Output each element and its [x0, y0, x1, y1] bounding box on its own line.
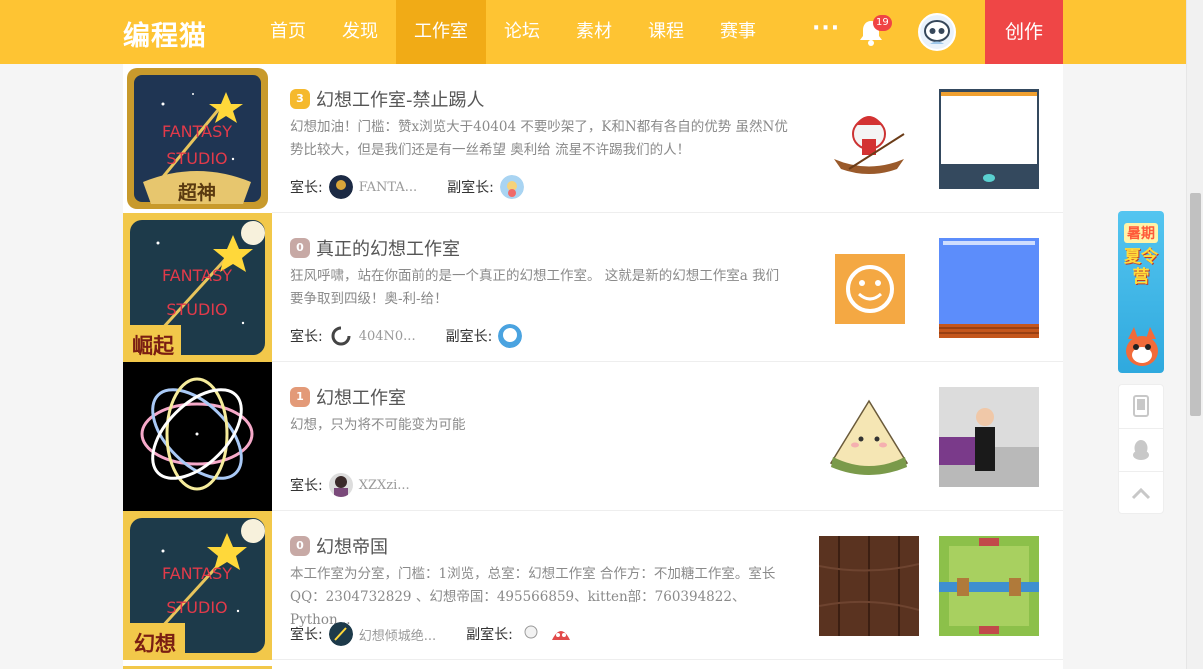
- mascot-icon: [1126, 327, 1158, 366]
- qq-penguin-icon: [1133, 440, 1149, 460]
- deputy-avatar[interactable]: [499, 175, 524, 199]
- nav-course[interactable]: 课程: [630, 0, 702, 64]
- cover-word-1: FANTASY: [162, 564, 232, 583]
- main-nav: 首页 发现 工作室 论坛 素材 课程 赛事: [252, 0, 774, 64]
- cover-tag: 超神: [177, 181, 216, 204]
- studio-cover[interactable]: FANTASY STUDIO 崛起: [123, 213, 272, 362]
- deputy-avatar[interactable]: [548, 622, 573, 646]
- studio-list: FANTASY STUDIO 超神 3 幻想工作室-禁止踢人 幻想加油！门槛：赞…: [123, 64, 1063, 669]
- owner-label: 室长:: [290, 627, 323, 643]
- level-badge: 0: [290, 238, 310, 258]
- cover-word-2: STUDIO: [166, 149, 227, 168]
- cover-tag: 幻想: [134, 632, 176, 656]
- notification-badge: 19: [873, 15, 892, 31]
- work-thumbnail[interactable]: [939, 238, 1039, 338]
- work-thumbnail[interactable]: [819, 387, 919, 487]
- deputy-avatar[interactable]: [498, 324, 523, 348]
- work-thumbnail[interactable]: [819, 238, 919, 338]
- nav-studio[interactable]: 工作室: [396, 0, 486, 64]
- cover-word-2: STUDIO: [166, 598, 227, 617]
- owner-avatar[interactable]: [328, 324, 353, 348]
- back-to-top-icon: [1131, 487, 1151, 500]
- owner-name[interactable]: FANTA...: [359, 180, 417, 195]
- more-menu-button[interactable]: ···: [812, 16, 840, 41]
- owner-name[interactable]: 404N0...: [359, 329, 416, 344]
- level-badge: 1: [290, 387, 310, 407]
- studio-row[interactable]: FANTASY STUDIO 幻想 0 幻想帝国 本工作室为分室，门槛：1浏览，…: [123, 511, 1063, 660]
- studio-title[interactable]: 幻想工作室-禁止踢人: [316, 86, 485, 112]
- nav-discover[interactable]: 发现: [324, 0, 396, 64]
- owner-label: 室长:: [290, 180, 323, 196]
- nav-forum[interactable]: 论坛: [486, 0, 558, 64]
- create-button[interactable]: 创作: [985, 0, 1063, 64]
- promo-line-2: 夏令营: [1124, 247, 1158, 287]
- work-thumbnail[interactable]: [939, 536, 1039, 636]
- studio-title[interactable]: 幻想帝国: [316, 533, 388, 559]
- nav-material[interactable]: 素材: [558, 0, 630, 64]
- promo-line-1: 暑期: [1124, 223, 1158, 243]
- deputy-label: 副室长:: [466, 627, 513, 643]
- owner-avatar[interactable]: [328, 622, 353, 646]
- studio-cover[interactable]: [123, 362, 272, 511]
- owner-label: 室长:: [290, 478, 323, 494]
- work-thumbnail[interactable]: [939, 89, 1039, 189]
- cover-word-1: FANTASY: [162, 266, 232, 285]
- back-to-top-button[interactable]: [1119, 471, 1163, 514]
- level-badge: 0: [290, 536, 310, 556]
- work-thumbnail[interactable]: [819, 536, 919, 636]
- site-logo[interactable]: 编程猫: [123, 14, 207, 53]
- studio-cover[interactable]: FANTASY STUDIO 幻想: [123, 511, 272, 660]
- deputy-label: 副室长:: [445, 329, 493, 345]
- summer-camp-banner[interactable]: 暑期 夏令营: [1118, 211, 1164, 373]
- studio-owners: 室长: XZXzi...: [290, 472, 410, 498]
- owner-avatar[interactable]: [328, 175, 353, 199]
- side-toolbar: [1118, 384, 1164, 514]
- studio-cover[interactable]: FANTASY STUDIO 超神: [123, 64, 272, 213]
- studio-owners: 室长: FANTA... 副室长:: [290, 174, 530, 200]
- studio-owners: 室长: 404N0... 副室长:: [290, 323, 528, 349]
- cover-word-2: STUDIO: [166, 300, 227, 319]
- mobile-app-button[interactable]: [1119, 385, 1163, 428]
- owner-avatar[interactable]: [328, 473, 353, 497]
- owner-name[interactable]: 幻想倾城绝...: [359, 625, 436, 644]
- nav-home[interactable]: 首页: [252, 0, 324, 64]
- page-scrollbar[interactable]: [1186, 0, 1203, 669]
- studio-description: 狂风呼啸，站在你面前的是一个真正的幻想工作室。 这就是新的幻想工作室a 我们要争…: [290, 268, 780, 307]
- work-thumbnail[interactable]: [939, 387, 1039, 487]
- deputy-avatar[interactable]: [518, 622, 543, 646]
- phone-icon: [1133, 395, 1149, 417]
- studio-row-partial: [123, 660, 1063, 669]
- cover-word-1: FANTASY: [162, 122, 232, 141]
- owner-label: 室长:: [290, 329, 323, 345]
- studio-title[interactable]: 幻想工作室: [316, 384, 406, 410]
- scrollbar-thumb[interactable]: [1190, 193, 1201, 416]
- studio-row[interactable]: FANTASY STUDIO 超神 3 幻想工作室-禁止踢人 幻想加油！门槛：赞…: [123, 64, 1063, 213]
- cover-tag: 崛起: [132, 334, 175, 358]
- studio-cover: [123, 660, 272, 669]
- studio-description: 幻想，只为将不可能变为可能: [290, 417, 466, 433]
- user-avatar[interactable]: [918, 13, 956, 51]
- studio-owners: 室长: 幻想倾城绝... 副室长:: [290, 621, 579, 647]
- work-thumbnail[interactable]: [819, 89, 919, 189]
- nav-contest[interactable]: 赛事: [702, 0, 774, 64]
- qq-contact-button[interactable]: [1119, 428, 1163, 471]
- level-badge: 3: [290, 89, 310, 109]
- owner-name[interactable]: XZXzi...: [359, 478, 410, 493]
- studio-row[interactable]: FANTASY STUDIO 崛起 0 真正的幻想工作室 狂风呼啸，站在你面前的…: [123, 213, 1063, 362]
- top-nav-bar: 编程猫 首页 发现 工作室 论坛 素材 课程 赛事 ··· 19 创作: [0, 0, 1186, 64]
- studio-description: 幻想加油！门槛：赞x浏览大于40404 不要吵架了，K和N都有各自的优势 虽然N…: [290, 119, 788, 158]
- studio-row[interactable]: 1 幻想工作室 幻想，只为将不可能变为可能 室长: XZXzi...: [123, 362, 1063, 511]
- studio-title[interactable]: 真正的幻想工作室: [316, 235, 460, 261]
- deputy-label: 副室长:: [447, 180, 494, 196]
